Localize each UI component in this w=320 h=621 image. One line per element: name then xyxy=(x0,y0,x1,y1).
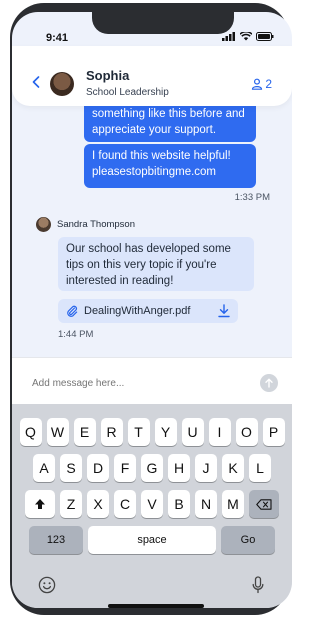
message-input[interactable] xyxy=(32,378,232,389)
status-time: 9:41 xyxy=(46,32,69,44)
message-bubble-outgoing[interactable]: I found this website helpful! pleasestop… xyxy=(84,144,256,188)
key-l[interactable]: L xyxy=(249,454,271,482)
key-q[interactable]: Q xyxy=(19,418,42,446)
back-icon[interactable] xyxy=(32,76,40,92)
send-button[interactable] xyxy=(260,374,278,392)
member-count: 2 xyxy=(265,77,272,91)
keyboard-row: 123 space Go xyxy=(12,526,292,554)
signal-icon xyxy=(222,32,235,41)
keyboard-row: Q W E R T Y U I O P xyxy=(12,418,292,446)
key-e[interactable]: E xyxy=(73,418,96,446)
key-w[interactable]: W xyxy=(46,418,69,446)
key-r[interactable]: R xyxy=(100,418,123,446)
key-g[interactable]: G xyxy=(141,454,163,482)
members-button[interactable]: 2 xyxy=(251,77,272,91)
arrow-up-icon xyxy=(265,378,273,388)
message-timestamp: 1:33 PM xyxy=(234,192,270,203)
key-j[interactable]: J xyxy=(195,454,217,482)
key-f[interactable]: F xyxy=(114,454,136,482)
shift-key[interactable] xyxy=(25,490,55,518)
key-o[interactable]: O xyxy=(235,418,258,446)
key-x[interactable]: X xyxy=(87,490,109,518)
notch xyxy=(92,12,234,34)
key-c[interactable]: C xyxy=(114,490,136,518)
contact-avatar[interactable] xyxy=(50,72,74,96)
key-v[interactable]: V xyxy=(141,490,163,518)
emoji-icon[interactable] xyxy=(38,576,56,599)
key-p[interactable]: P xyxy=(262,418,285,446)
sender-row: Sandra Thompson xyxy=(36,217,135,232)
key-y[interactable]: Y xyxy=(154,418,177,446)
key-h[interactable]: H xyxy=(168,454,190,482)
microphone-icon[interactable] xyxy=(252,576,264,597)
attachment-card[interactable]: DealingWithAnger.pdf xyxy=(58,299,238,323)
paperclip-icon xyxy=(67,305,78,317)
composer xyxy=(12,357,292,405)
download-icon[interactable] xyxy=(218,304,230,318)
go-key[interactable]: Go xyxy=(221,526,275,554)
shift-icon xyxy=(35,499,45,509)
contact-name: Sophia xyxy=(86,68,130,83)
keyboard: Q W E R T Y U I O P A S D F G H J K L Z … xyxy=(12,404,292,608)
person-icon xyxy=(252,78,263,90)
message-bubble-incoming: Our school has developed some tips on th… xyxy=(58,237,254,291)
attachment-filename: DealingWithAnger.pdf xyxy=(84,305,191,317)
key-u[interactable]: U xyxy=(181,418,204,446)
key-z[interactable]: Z xyxy=(60,490,82,518)
key-n[interactable]: N xyxy=(195,490,217,518)
numbers-key[interactable]: 123 xyxy=(29,526,83,554)
status-icons xyxy=(222,32,274,41)
chat-header: Sophia School Leadership 2 xyxy=(12,46,292,106)
battery-icon xyxy=(256,32,274,41)
key-t[interactable]: T xyxy=(127,418,150,446)
key-k[interactable]: K xyxy=(222,454,244,482)
message-timestamp: 1:44 PM xyxy=(58,329,94,340)
key-b[interactable]: B xyxy=(168,490,190,518)
keyboard-row: Z X C V B N M xyxy=(12,490,292,518)
sender-avatar xyxy=(36,217,51,232)
key-a[interactable]: A xyxy=(33,454,55,482)
keyboard-row: A S D F G H J K L xyxy=(12,454,292,482)
space-key[interactable]: space xyxy=(88,526,216,554)
backspace-icon xyxy=(256,498,272,510)
home-indicator xyxy=(108,604,204,608)
backspace-key[interactable] xyxy=(249,490,279,518)
key-m[interactable]: M xyxy=(222,490,244,518)
key-s[interactable]: S xyxy=(60,454,82,482)
key-i[interactable]: I xyxy=(208,418,231,446)
wifi-icon xyxy=(240,32,252,41)
key-d[interactable]: D xyxy=(87,454,109,482)
contact-role: School Leadership xyxy=(86,87,169,98)
sender-name: Sandra Thompson xyxy=(57,219,135,230)
phone-screen: 9:41 something like this before and appr… xyxy=(12,12,292,608)
message-bubble-outgoing: something like this before and appreciat… xyxy=(84,100,256,142)
